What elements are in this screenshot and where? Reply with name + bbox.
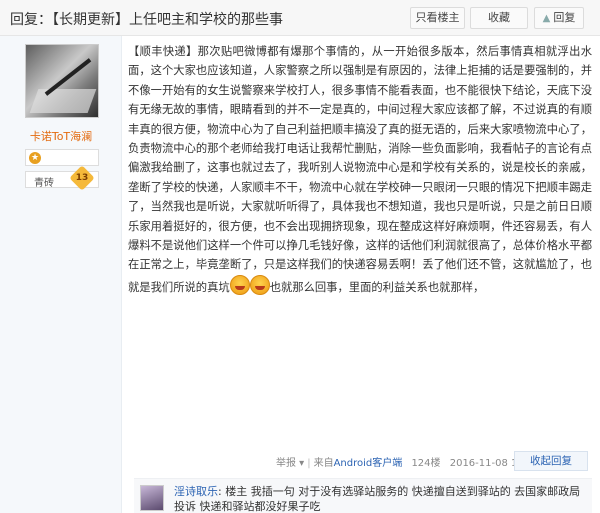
reply-button-label: 回复 — [553, 11, 576, 24]
favorite-button[interactable]: 收藏 — [470, 7, 528, 29]
post-header: 回复：【长期更新】上任吧主和学校的那些事 只看楼主 收藏 ▲ 回复 — [0, 0, 600, 36]
level-number: 13 — [75, 173, 89, 183]
post-body-text-end: 也就那么回事，里面的利益关系也就那样， — [269, 280, 485, 294]
reply-prefix: 回复： — [10, 12, 52, 28]
post-content: 【顺丰快递】那次贴吧微博都有爆那个事情的，从一开始很多版本，然后事情真相就浮出水… — [128, 42, 592, 297]
level-badge[interactable]: 13 — [69, 165, 95, 191]
sub-reply-avatar[interactable] — [140, 485, 164, 511]
sub-reply-body: : 楼主 我插一句 对于没有选驿站服务的 快递擅自送到驿站的 去国家邮政局投诉 … — [174, 485, 581, 513]
floor-number: 124楼 — [411, 458, 441, 469]
badge-box: ★ — [25, 149, 99, 166]
reply-button[interactable]: ▲ 回复 — [534, 7, 584, 29]
only-op-button[interactable]: 只看楼主 — [410, 7, 465, 29]
level-name: 青砖 — [34, 178, 54, 189]
post-meta: 举报 ▾ | 来自Android客户端 124楼 2016-11-08 11:21 — [276, 458, 540, 469]
collapse-reply-button[interactable]: 收起回复 — [514, 451, 588, 471]
source-link[interactable]: Android客户端 — [334, 458, 403, 469]
sub-reply: 淫诗取乐: 楼主 我插一句 对于没有选驿站服务的 快递擅自送到驿站的 去国家邮政… — [134, 478, 592, 513]
user-sidebar: 卡诺ToT海澜 ★ 青砖 13 — [0, 36, 122, 513]
medal-icon[interactable]: ★ — [29, 152, 41, 164]
post-body-text: 【顺丰快递】那次贴吧微博都有爆那个事情的，从一开始很多版本，然后事情真相就浮出水… — [128, 45, 592, 294]
username-link[interactable]: 卡诺ToT海澜 — [0, 128, 122, 144]
thread-title-text: 【长期更新】上任吧主和学校的那些事 — [52, 12, 283, 28]
sub-reply-text: 淫诗取乐: 楼主 我插一句 对于没有选驿站服务的 快递擅自送到驿站的 去国家邮政… — [174, 484, 584, 513]
avatar[interactable] — [25, 44, 99, 118]
thread-title: 回复：【长期更新】上任吧主和学校的那些事 — [10, 9, 283, 29]
sub-reply-author[interactable]: 淫诗取乐 — [174, 485, 218, 498]
laugh-emoji-icon — [249, 274, 270, 295]
caret-down-icon[interactable]: ▾ — [296, 458, 304, 469]
laugh-emoji-icon — [229, 274, 250, 295]
thumb-icon: ▲ — [542, 13, 551, 24]
report-link[interactable]: 举报 — [276, 458, 296, 469]
avatar-paper — [29, 89, 97, 113]
source-prefix: 来自 — [313, 458, 334, 469]
